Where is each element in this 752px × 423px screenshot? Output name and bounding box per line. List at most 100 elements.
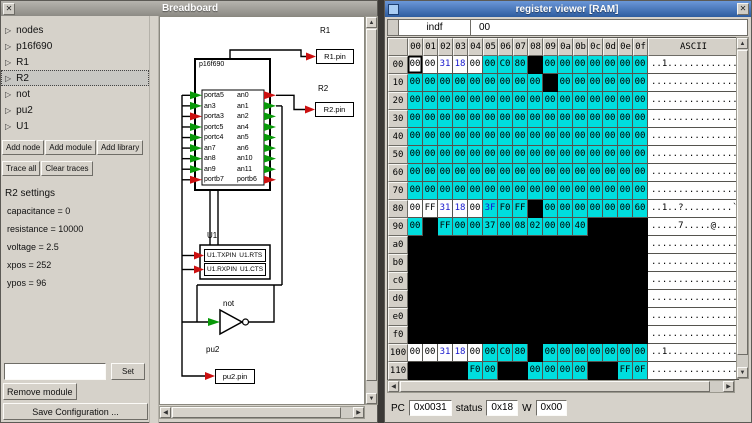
- reg-cell[interactable]: 00: [633, 128, 648, 146]
- reg-cell[interactable]: 00: [513, 92, 528, 110]
- reg-cell[interactable]: [618, 272, 633, 290]
- reg-cell[interactable]: 00: [558, 92, 573, 110]
- reg-cell[interactable]: 00: [468, 146, 483, 164]
- reg-cell[interactable]: [588, 308, 603, 326]
- reg-cell[interactable]: 31: [438, 200, 453, 218]
- reg-cell[interactable]: 00: [573, 110, 588, 128]
- reg-cell[interactable]: [498, 362, 513, 380]
- u1-row-tx[interactable]: U1.TXPIN U1.RTS: [204, 249, 266, 262]
- reg-cell[interactable]: 00: [543, 182, 558, 200]
- reg-cell[interactable]: [558, 236, 573, 254]
- sheet-corner[interactable]: [387, 19, 399, 36]
- reg-cell[interactable]: [423, 254, 438, 272]
- reg-cell[interactable]: 00: [438, 110, 453, 128]
- add-node-button[interactable]: Add node: [2, 140, 44, 155]
- reg-cell[interactable]: 00: [453, 110, 468, 128]
- reg-cell[interactable]: 00: [633, 74, 648, 92]
- reg-cell[interactable]: 00: [453, 182, 468, 200]
- expander-icon[interactable]: ▷: [5, 106, 11, 115]
- reg-cell[interactable]: [603, 236, 618, 254]
- reg-cell[interactable]: 00: [483, 344, 498, 362]
- expander-icon[interactable]: ▷: [5, 42, 11, 51]
- window-icon[interactable]: [388, 4, 399, 15]
- reg-cell[interactable]: [528, 56, 543, 74]
- reg-cell[interactable]: 00: [498, 74, 513, 92]
- reg-cell[interactable]: [633, 290, 648, 308]
- reg-cell[interactable]: [438, 236, 453, 254]
- reg-cell[interactable]: 00: [618, 128, 633, 146]
- reg-cell[interactable]: [468, 236, 483, 254]
- reg-cell[interactable]: 00: [618, 110, 633, 128]
- reg-cell[interactable]: 00: [423, 74, 438, 92]
- reg-cell[interactable]: [528, 290, 543, 308]
- reg-cell[interactable]: [498, 290, 513, 308]
- reg-cell[interactable]: 00: [543, 92, 558, 110]
- reg-cell[interactable]: 00: [513, 74, 528, 92]
- reg-cell[interactable]: 00: [528, 74, 543, 92]
- reg-cell[interactable]: 00: [483, 182, 498, 200]
- reg-cell[interactable]: 00: [588, 74, 603, 92]
- column-header[interactable]: 07: [513, 38, 528, 56]
- column-header[interactable]: 08: [528, 38, 543, 56]
- reg-cell[interactable]: 00: [543, 146, 558, 164]
- reg-cell[interactable]: [423, 218, 438, 236]
- reg-cell[interactable]: 00: [618, 344, 633, 362]
- expander-icon[interactable]: ▷: [5, 122, 11, 131]
- r1-pin-box[interactable]: R1.pin: [316, 49, 354, 64]
- tree-item-nodes[interactable]: ▷nodes: [1, 22, 149, 38]
- reg-cell[interactable]: 00: [588, 146, 603, 164]
- reg-cell[interactable]: 00: [408, 56, 423, 74]
- scroll-left-icon[interactable]: ◀: [160, 407, 171, 418]
- reg-cell[interactable]: 00: [408, 146, 423, 164]
- reg-cell[interactable]: 00: [423, 146, 438, 164]
- reg-cell[interactable]: 00: [483, 92, 498, 110]
- reg-cell[interactable]: [633, 254, 648, 272]
- tree-item-U1[interactable]: ▷U1: [1, 118, 149, 134]
- reg-cell[interactable]: 00: [558, 146, 573, 164]
- reg-cell[interactable]: [408, 254, 423, 272]
- reg-cell[interactable]: 00: [633, 164, 648, 182]
- reg-cell[interactable]: [468, 272, 483, 290]
- add-library-button[interactable]: Add library: [97, 140, 143, 155]
- reg-cell[interactable]: 00: [423, 164, 438, 182]
- reg-cell[interactable]: [408, 326, 423, 344]
- reg-cell[interactable]: 00: [528, 146, 543, 164]
- reg-cell[interactable]: 00: [588, 344, 603, 362]
- reg-cell[interactable]: 40: [573, 218, 588, 236]
- row-header[interactable]: 80: [388, 200, 408, 218]
- reg-cell[interactable]: 00: [573, 182, 588, 200]
- reg-cell[interactable]: 00: [438, 74, 453, 92]
- reg-cell[interactable]: [423, 290, 438, 308]
- reg-cell[interactable]: 00: [498, 128, 513, 146]
- reg-cell[interactable]: 00: [618, 182, 633, 200]
- add-module-button[interactable]: Add module: [45, 140, 96, 155]
- reg-cell[interactable]: [618, 218, 633, 236]
- reg-cell[interactable]: 00: [483, 56, 498, 74]
- reg-cell[interactable]: [543, 308, 558, 326]
- reg-cell[interactable]: 00: [603, 200, 618, 218]
- reg-cell[interactable]: [468, 326, 483, 344]
- reg-cell[interactable]: 00: [603, 146, 618, 164]
- reg-cell[interactable]: [603, 308, 618, 326]
- reg-cell[interactable]: 00: [528, 110, 543, 128]
- pu2-pin-box[interactable]: pu2.pin: [215, 369, 255, 384]
- reg-cell[interactable]: 00: [408, 182, 423, 200]
- row-header[interactable]: 100: [388, 344, 408, 362]
- reg-cell[interactable]: 00: [618, 56, 633, 74]
- reg-cell[interactable]: 00: [423, 128, 438, 146]
- reg-cell[interactable]: [498, 308, 513, 326]
- reg-cell[interactable]: 00: [633, 182, 648, 200]
- reg-cell[interactable]: [588, 218, 603, 236]
- reg-cell[interactable]: 00: [588, 200, 603, 218]
- column-header[interactable]: 00: [408, 38, 423, 56]
- reg-cell[interactable]: [543, 74, 558, 92]
- reg-cell[interactable]: 00: [423, 344, 438, 362]
- reg-cell[interactable]: [573, 254, 588, 272]
- reg-cell[interactable]: 00: [528, 92, 543, 110]
- reg-cell[interactable]: [438, 290, 453, 308]
- reg-cell[interactable]: [588, 362, 603, 380]
- reg-cell[interactable]: 18: [453, 56, 468, 74]
- reg-cell[interactable]: FF: [618, 362, 633, 380]
- reg-cell[interactable]: [588, 236, 603, 254]
- reg-cell[interactable]: 00: [483, 164, 498, 182]
